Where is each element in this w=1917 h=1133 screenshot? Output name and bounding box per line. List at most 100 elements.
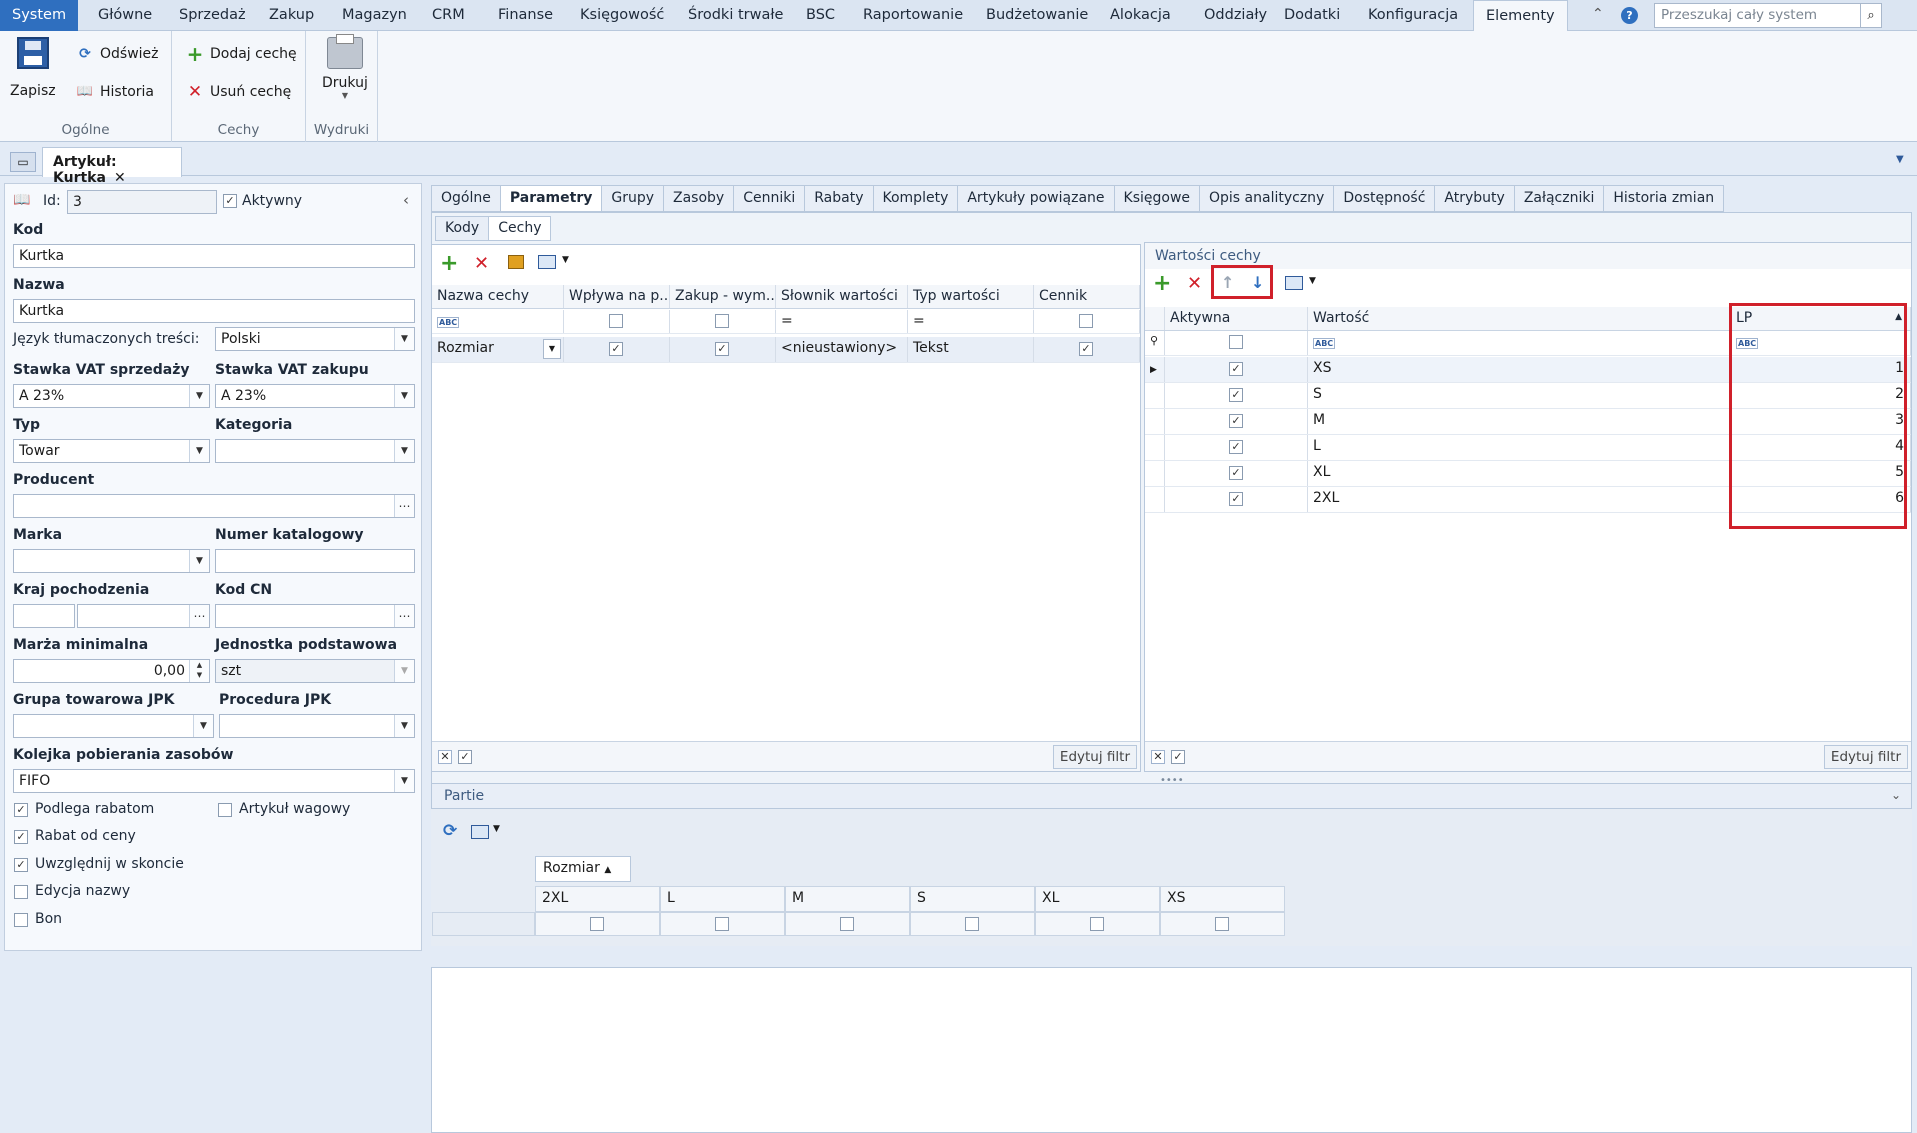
marza-stepper[interactable]: 0,00 ▲ ▼	[13, 659, 210, 683]
filter-cell[interactable]	[670, 310, 776, 333]
partie-checkbox[interactable]	[1215, 917, 1229, 931]
kod-field[interactable]: Kurtka	[13, 244, 415, 268]
marka-select[interactable]: ▼	[13, 549, 210, 573]
menu-tab-oddzialy[interactable]: Oddziały	[1192, 0, 1279, 31]
dictionary-cell[interactable]: <nieustawiony>	[776, 337, 908, 362]
tab-list-chevron-icon[interactable]: ▼	[1896, 154, 1904, 165]
vat-buy-select[interactable]: A 23% ▼	[215, 384, 415, 408]
vat-sale-select[interactable]: A 23% ▼	[13, 384, 210, 408]
filter-enabled-checkbox[interactable]: ✓	[458, 750, 472, 764]
menu-tab-magazyn[interactable]: Magazyn	[330, 0, 419, 31]
language-select[interactable]: Polski ▼	[215, 327, 415, 351]
menu-tab-bsc[interactable]: BSC	[794, 0, 847, 31]
partie-column-header[interactable]: M	[785, 886, 910, 912]
ellipsis-icon[interactable]: ⋯	[189, 605, 209, 627]
filter-checkbox[interactable]	[715, 314, 729, 328]
partie-checkbox[interactable]	[1090, 917, 1104, 931]
ellipsis-icon[interactable]: ⋯	[394, 605, 414, 627]
collapse-chevron-icon[interactable]: ⌄	[1891, 788, 1901, 802]
partie-checkbox[interactable]	[965, 917, 979, 931]
spin-icon[interactable]: ▲ ▼	[189, 660, 209, 682]
chevron-down-icon[interactable]: ▼	[394, 385, 414, 407]
tab-atrybuty[interactable]: Atrybuty	[1434, 185, 1514, 212]
typ-select[interactable]: Towar ▼	[13, 439, 210, 463]
ellipsis-icon[interactable]: ⋯	[394, 495, 414, 517]
tab-zalaczniki[interactable]: Załączniki	[1513, 185, 1604, 212]
clear-filter-icon[interactable]: ✕	[1151, 750, 1165, 764]
column-header[interactable]: Cennik	[1034, 285, 1140, 308]
tab-rabaty[interactable]: Rabaty	[804, 185, 873, 212]
delete-icon[interactable]: ✕	[1187, 273, 1202, 294]
tab-grupy[interactable]: Grupy	[601, 185, 664, 212]
menu-tab-glowne[interactable]: Główne	[86, 0, 164, 31]
delete-icon[interactable]: ✕	[474, 253, 489, 274]
menu-tab-dodatki[interactable]: Dodatki	[1272, 0, 1352, 31]
tab-parametry[interactable]: Parametry	[499, 185, 602, 212]
skonto-checkbox[interactable]: ✓	[14, 858, 28, 872]
artykul-wagowy-checkbox[interactable]	[218, 803, 232, 817]
tab-kody[interactable]: Kody	[435, 216, 489, 241]
filter-cell[interactable]	[1165, 331, 1308, 355]
menu-tab-crm[interactable]: CRM	[420, 0, 477, 31]
clear-filter-icon[interactable]: ✕	[438, 750, 452, 764]
partie-column-header[interactable]: L	[660, 886, 785, 912]
partie-column-header[interactable]: XL	[1035, 886, 1160, 912]
menu-tab-finanse[interactable]: Finanse	[486, 0, 565, 31]
grid-settings-icon[interactable]	[471, 825, 489, 839]
active-checkbox[interactable]: ✓	[1229, 492, 1243, 506]
filter-cell[interactable]	[1034, 310, 1140, 333]
chevron-down-icon[interactable]: ▼	[193, 715, 213, 737]
menu-tab-ksiegowosc[interactable]: Księgowość	[568, 0, 676, 31]
bon-checkbox[interactable]	[14, 913, 28, 927]
partie-checkbox[interactable]	[840, 917, 854, 931]
column-header[interactable]: Słownik wartości	[776, 285, 908, 308]
kategoria-select[interactable]: ▼	[215, 439, 415, 463]
column-header[interactable]: Wartość	[1308, 307, 1731, 330]
kraj-code-field[interactable]	[13, 604, 75, 628]
menu-tab-sprzedaz[interactable]: Sprzedaż	[167, 0, 258, 31]
podlega-rabatom-checkbox[interactable]: ✓	[14, 803, 28, 817]
add-icon[interactable]: +	[1153, 271, 1171, 296]
column-header[interactable]: Nazwa cechy	[432, 285, 564, 308]
history-button[interactable]: 📖 Historia	[76, 83, 154, 101]
desktop-icon[interactable]: ▭	[10, 152, 36, 172]
refresh-button[interactable]: ⟳ Odśwież	[76, 45, 158, 63]
chevron-down-icon[interactable]: ▼	[562, 255, 569, 265]
affects-price-checkbox[interactable]: ✓	[609, 342, 623, 356]
menu-tab-zakup[interactable]: Zakup	[257, 0, 326, 31]
partie-checkbox[interactable]	[715, 917, 729, 931]
partie-column-header[interactable]: S	[910, 886, 1035, 912]
edit-filter-button[interactable]: Edytuj filtr	[1052, 745, 1137, 769]
filter-enabled-checkbox[interactable]: ✓	[1171, 750, 1185, 764]
active-checkbox[interactable]: ✓	[1229, 414, 1243, 428]
edycja-nazwy-checkbox[interactable]	[14, 885, 28, 899]
tab-ksiegowe[interactable]: Księgowe	[1113, 185, 1200, 212]
filter-cell[interactable]: =	[776, 310, 908, 333]
group-by-rozmiar[interactable]: Rozmiar ▲	[535, 856, 631, 882]
active-checkbox[interactable]: ✓	[1229, 388, 1243, 402]
copy-icon[interactable]	[508, 255, 524, 269]
chevron-down-icon[interactable]: ▼	[543, 339, 561, 359]
partie-column-header[interactable]: 2XL	[535, 886, 660, 912]
price-list-checkbox[interactable]: ✓	[1079, 342, 1093, 356]
filter-cell[interactable]	[564, 310, 670, 333]
filter-checkbox[interactable]	[1079, 314, 1093, 328]
value-cell[interactable]: XS	[1308, 357, 1731, 382]
collapse-panel-icon[interactable]: ‹	[403, 191, 409, 209]
column-header[interactable]: Zakup - wym...	[670, 285, 776, 308]
document-tab[interactable]: Artykuł: Kurtka ✕	[42, 147, 182, 186]
grupa-jpk-select[interactable]: ▼	[13, 714, 214, 738]
active-checkbox[interactable]: ✓	[223, 194, 237, 208]
partie-column-header[interactable]: XS	[1160, 886, 1285, 912]
partie-header[interactable]: Partie ⌄	[431, 783, 1912, 809]
chevron-down-icon[interactable]: ▼	[189, 440, 209, 462]
column-header[interactable]: Wpływa na p...	[564, 285, 670, 308]
tab-opis-analityczny[interactable]: Opis analityczny	[1199, 185, 1334, 212]
tab-komplety[interactable]: Komplety	[872, 185, 958, 212]
filter-cell[interactable]: ABC	[432, 310, 564, 333]
active-checkbox[interactable]: ✓	[1229, 362, 1243, 376]
search-input[interactable]: Przeszukaj cały system	[1654, 3, 1874, 28]
menu-tab-srodki-trwale[interactable]: Środki trwałe	[676, 0, 795, 31]
save-button[interactable]: Zapisz	[10, 37, 56, 99]
grid-settings-icon[interactable]	[538, 255, 556, 269]
